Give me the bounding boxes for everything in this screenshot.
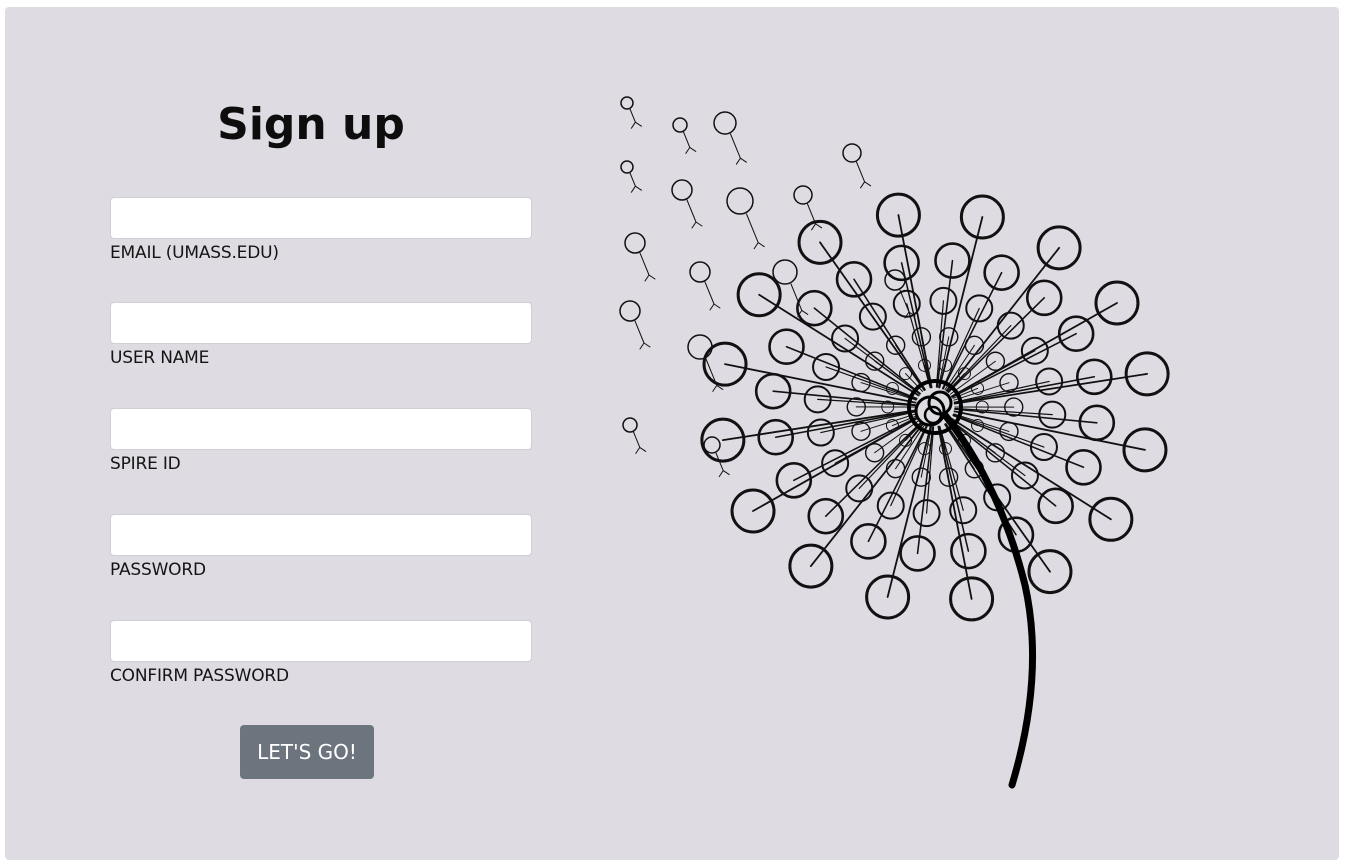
email-field[interactable] (110, 197, 532, 239)
seed-icon (620, 96, 634, 110)
seed-stalk-icon (774, 410, 917, 438)
seed-tail-icon (634, 320, 651, 350)
submit-button[interactable]: LET'S GO! (240, 725, 374, 779)
email-field-group: EMAIL (UMASS.EDU) (110, 197, 532, 263)
seed-tail-icon (715, 452, 730, 478)
confirm-password-label: CONFIRM PASSWORD (110, 666, 289, 686)
seed-icon (620, 160, 634, 174)
email-label: EMAIL (UMASS.EDU) (110, 243, 279, 263)
seed-icon (842, 143, 862, 163)
seed-icon (772, 259, 798, 285)
seed-stalk-icon (809, 422, 925, 568)
password-field-group: PASSWORD (110, 514, 532, 580)
seed-icon (622, 417, 638, 433)
spire-id-label: SPIRE ID (110, 454, 181, 474)
seed-icon (624, 232, 646, 254)
seed-tail-icon (639, 252, 656, 282)
password-field[interactable] (110, 514, 532, 556)
seed-stalk-icon (953, 376, 1096, 404)
spire-id-field-group: SPIRE ID (110, 408, 532, 474)
seed-tail-icon (633, 431, 647, 454)
seed-tail-icon (856, 161, 872, 189)
seed-tail-icon (683, 131, 697, 154)
page-title: Sign up (217, 99, 405, 150)
seed-icon (687, 334, 713, 360)
spire-id-field[interactable] (110, 408, 532, 450)
dandelion-illustration (619, 96, 1170, 789)
seed-icon (703, 436, 721, 454)
seed-icon (793, 185, 813, 205)
username-label: USER NAME (110, 348, 210, 368)
seed-tail-icon (730, 133, 747, 165)
username-field-group: USER NAME (110, 302, 532, 368)
password-label: PASSWORD (110, 560, 206, 580)
seed-stalk-icon (945, 246, 1061, 392)
seed-icon (671, 179, 693, 201)
seed-icon (713, 111, 737, 135)
seed-tail-icon (746, 213, 765, 250)
seed-tail-icon (807, 203, 823, 231)
seed-stalk-icon (949, 419, 1057, 507)
seed-tail-icon (686, 199, 703, 229)
seed-stalk-icon (813, 307, 921, 395)
username-field[interactable] (110, 302, 532, 344)
seed-tail-icon (629, 108, 642, 129)
seed-tail-icon (629, 172, 642, 193)
seed-stalk-icon (900, 262, 932, 389)
seed-icon (726, 187, 754, 215)
confirm-password-field[interactable] (110, 620, 532, 662)
seed-tail-icon (704, 281, 721, 311)
seed-icon (672, 117, 688, 133)
seed-icon (689, 261, 711, 283)
seed-stalk-icon (825, 366, 918, 401)
confirm-password-field-group: CONFIRM PASSWORD (110, 620, 532, 686)
seed-icon (619, 300, 641, 322)
